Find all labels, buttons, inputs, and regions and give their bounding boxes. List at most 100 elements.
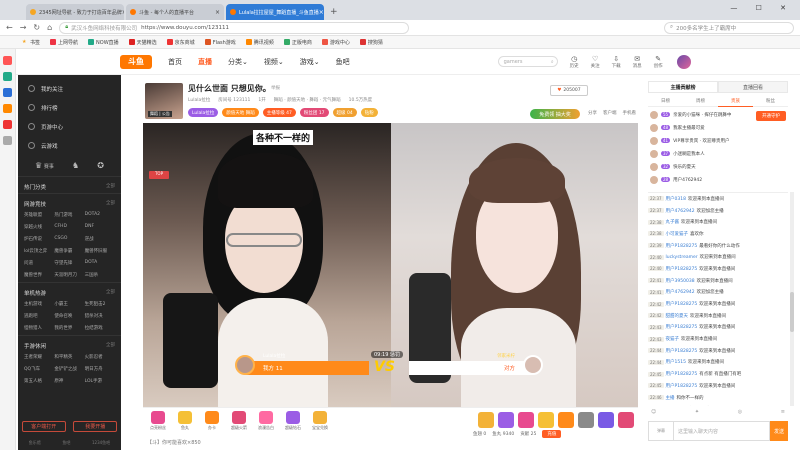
tab-replay[interactable]: 直播回看 bbox=[718, 81, 788, 93]
room-badge[interactable]: 钻粉 bbox=[360, 108, 378, 117]
category-link[interactable]: CSGO bbox=[54, 236, 84, 242]
site-search-input[interactable]: gamers ⌕ bbox=[497, 56, 558, 67]
bookmark-item[interactable]: ★ 书签 bbox=[22, 39, 40, 46]
rail-app-icon[interactable] bbox=[3, 72, 12, 81]
sidebar-item-events[interactable]: ♛ 赛事 bbox=[35, 161, 54, 170]
chat-username[interactable]: 用户4762942 bbox=[666, 208, 695, 214]
bookmark-item[interactable]: NOW直播 bbox=[88, 39, 119, 46]
category-link[interactable]: 炉石传说 bbox=[24, 236, 54, 242]
rail-app-icon[interactable] bbox=[3, 88, 12, 97]
anchor-name[interactable]: Lulala拉拉 bbox=[188, 97, 210, 103]
gift-item[interactable]: 超级钻石 bbox=[282, 411, 304, 431]
tab-contribution-rank[interactable]: 主播贡献榜 bbox=[648, 81, 718, 93]
category-link[interactable]: 守望先锋 bbox=[54, 260, 84, 266]
gift-item[interactable]: 办卡 bbox=[201, 411, 223, 431]
rank-item[interactable]: 32 快乐的夏天 bbox=[648, 160, 788, 173]
follow-button[interactable]: ♥ 205007 bbox=[550, 85, 588, 96]
bookmark-item[interactable]: 天猫精选 bbox=[128, 39, 157, 46]
tab-close-icon[interactable]: × bbox=[319, 9, 324, 16]
rank-item[interactable]: 37 小迷糊是我本人 bbox=[648, 147, 788, 160]
bookmark-item[interactable]: 腾讯视频 bbox=[245, 39, 274, 46]
category-link[interactable]: 猎杀对决 bbox=[85, 313, 115, 319]
nav-games[interactable]: 游戏⌄ bbox=[300, 57, 320, 67]
download-button[interactable]: ⇩ 下载 bbox=[612, 55, 621, 69]
tab-fan-rank[interactable]: 粉丝 bbox=[753, 95, 788, 107]
rank-item[interactable]: 48 我家主播最可爱 bbox=[648, 121, 788, 134]
refresh-icon[interactable]: ↻ bbox=[33, 23, 40, 32]
category-link[interactable]: CFHD bbox=[54, 224, 84, 230]
chat-username[interactable]: 主播 bbox=[666, 395, 675, 401]
chat-username[interactable]: 用户P1828275 bbox=[666, 301, 698, 307]
category-link[interactable]: 主机游戏 bbox=[24, 301, 54, 307]
browser-search-input[interactable]: ⌕ 200多名学生上了霸席中 bbox=[664, 21, 794, 34]
search-icon[interactable]: ⌕ bbox=[551, 59, 554, 65]
category-link[interactable]: 火影忍者 bbox=[85, 354, 115, 360]
messages-button[interactable]: ✉ 消息 bbox=[633, 55, 642, 69]
chat-username[interactable]: 用户P1828275 bbox=[666, 266, 698, 272]
gift-item[interactable]: 宝宝兑换 bbox=[309, 411, 331, 431]
new-tab-icon[interactable]: + bbox=[330, 7, 338, 17]
browser-tab-1[interactable]: 2345网址导航 - 致力于打造百年品牌× bbox=[26, 4, 124, 20]
category-link[interactable]: QQ飞车 bbox=[24, 366, 54, 372]
user-avatar[interactable] bbox=[676, 54, 691, 69]
gift-shortcut-icon[interactable] bbox=[618, 412, 634, 428]
send-button[interactable]: 发送 bbox=[770, 421, 788, 441]
category-link[interactable]: 魔兽怀旧服 bbox=[85, 248, 115, 254]
room-badge[interactable]: Lulala拉拉 bbox=[188, 108, 219, 117]
chat-username[interactable]: luckystreamer bbox=[666, 255, 698, 260]
tab-close-icon[interactable]: × bbox=[122, 9, 124, 16]
nav-home[interactable]: 首页 bbox=[168, 57, 182, 67]
category-link[interactable]: 热门游戏 bbox=[54, 212, 84, 218]
room-badge[interactable]: 粉丝团 17 bbox=[299, 108, 329, 117]
category-link[interactable]: 英雄联盟 bbox=[24, 212, 54, 218]
star-icon[interactable]: ✪ bbox=[97, 161, 104, 170]
category-link[interactable]: 金铲铲之战 bbox=[54, 366, 84, 372]
chat-username[interactable]: 用户P1828275 bbox=[666, 371, 698, 377]
room-category[interactable]: 舞蹈 · 颜值天地 · 舞蹈 · 元气舞蹈 bbox=[274, 97, 341, 103]
recharge-button[interactable]: 充值 bbox=[542, 430, 562, 438]
rail-app-icon[interactable] bbox=[3, 104, 12, 113]
client-button[interactable]: 客户端 bbox=[603, 110, 617, 116]
sidebar-item-following[interactable]: 我的关注 bbox=[18, 79, 121, 98]
category-link[interactable]: 拉结游戏 bbox=[85, 325, 115, 331]
bookmark-item[interactable]: 上网导航 bbox=[50, 39, 78, 46]
gift-shortcut-icon[interactable] bbox=[498, 412, 514, 428]
danmu-hint[interactable]: 【斗】你可能喜欢×850 bbox=[147, 439, 201, 446]
category-link[interactable]: 问道 bbox=[24, 260, 54, 266]
category-link[interactable]: 魔兽世界 bbox=[24, 272, 54, 278]
category-link[interactable]: DNF bbox=[85, 224, 115, 230]
danmu-mode-button[interactable]: 弹幕 bbox=[648, 421, 674, 441]
bookmark-item[interactable]: 搜狗猜 bbox=[359, 39, 383, 46]
window-controls[interactable]: — ☐ ✕ bbox=[730, 4, 794, 12]
browser-tab-2[interactable]: 斗鱼 - 每个人的直播平台 × bbox=[126, 4, 224, 20]
section-header-single[interactable]: 单机热游 全部 bbox=[18, 282, 121, 299]
rank-item[interactable]: 28 用户4762942 bbox=[648, 173, 788, 186]
start-stream-button[interactable]: 我要开播 bbox=[73, 421, 118, 432]
badge-icon[interactable]: ◎ bbox=[738, 409, 742, 415]
category-link[interactable]: 天涯明月刀 bbox=[54, 272, 84, 278]
hot-category-header[interactable]: 热门分类 全部 bbox=[18, 176, 121, 193]
sidebar-item-cloudgame[interactable]: 云游戏 bbox=[18, 136, 121, 155]
open-guard-button[interactable]: 开通守护 bbox=[756, 111, 786, 121]
category-link[interactable]: 和平精英 bbox=[54, 354, 84, 360]
nav-video[interactable]: 视频⌄ bbox=[264, 57, 284, 67]
category-link[interactable]: 王者荣耀 bbox=[24, 354, 54, 360]
chat-username[interactable]: 用户P1828275 bbox=[666, 324, 698, 330]
category-link[interactable]: LOL手游 bbox=[85, 378, 115, 384]
pk-left-avatar[interactable] bbox=[235, 355, 255, 375]
room-report[interactable]: 举报 bbox=[271, 85, 280, 91]
fish-icon[interactable]: ♞ bbox=[72, 161, 79, 170]
rail-app-icon[interactable] bbox=[3, 136, 12, 145]
category-link[interactable]: 第五人格 bbox=[24, 378, 54, 384]
gift-shortcut-icon[interactable] bbox=[598, 412, 614, 428]
sidebar-item-ranking[interactable]: 排行榜 bbox=[18, 98, 121, 117]
gift-item[interactable]: 点亮粉丝 bbox=[147, 411, 169, 431]
mobile-watch-button[interactable]: 手机看 bbox=[623, 110, 637, 116]
url-bar[interactable]: 🔒︎ 武汉斗鱼网络科技有限公司 https://www.douyu.com/12… bbox=[59, 21, 410, 34]
category-link[interactable]: 三国杀 bbox=[85, 272, 115, 278]
follow-list-button[interactable]: ♡ 关注 bbox=[591, 55, 600, 69]
tab-day-rank[interactable]: 日榜 bbox=[648, 95, 683, 107]
category-link[interactable]: 逆战 bbox=[85, 236, 115, 242]
category-link[interactable]: DOTA2 bbox=[85, 212, 115, 218]
open-client-button[interactable]: 客户端打开 bbox=[21, 421, 66, 432]
